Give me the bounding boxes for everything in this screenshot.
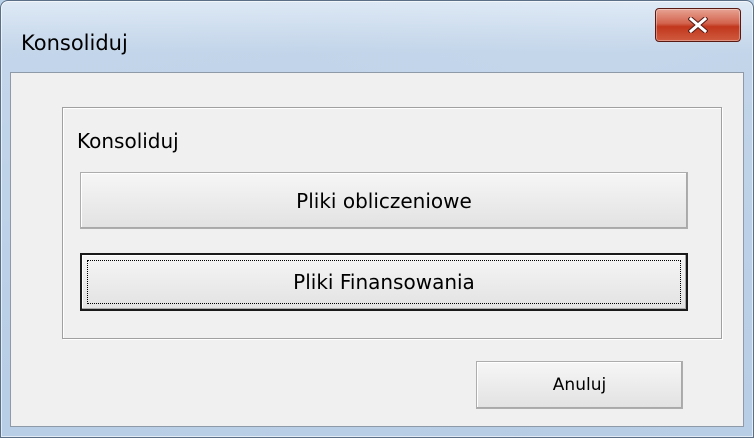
financing-files-button-label: Pliki Finansowania [293, 270, 475, 294]
dialog-client-area: Konsoliduj Pliki obliczeniowe Pliki Fina… [10, 72, 744, 427]
cancel-button-label: Anuluj [552, 375, 607, 395]
financing-files-button[interactable]: Pliki Finansowania [80, 253, 688, 311]
close-icon [688, 17, 708, 33]
window-title: Konsoliduj [21, 31, 128, 55]
cancel-button[interactable]: Anuluj [476, 361, 683, 409]
calculation-files-button[interactable]: Pliki obliczeniowe [80, 172, 688, 229]
title-bar[interactable]: Konsoliduj [1, 1, 753, 73]
calculation-files-button-label: Pliki obliczeniowe [296, 188, 472, 213]
dialog-window: Konsoliduj Konsoliduj Pliki obliczeniowe… [0, 0, 754, 438]
groupbox-label: Konsoliduj [77, 129, 179, 153]
close-button[interactable] [655, 8, 741, 42]
